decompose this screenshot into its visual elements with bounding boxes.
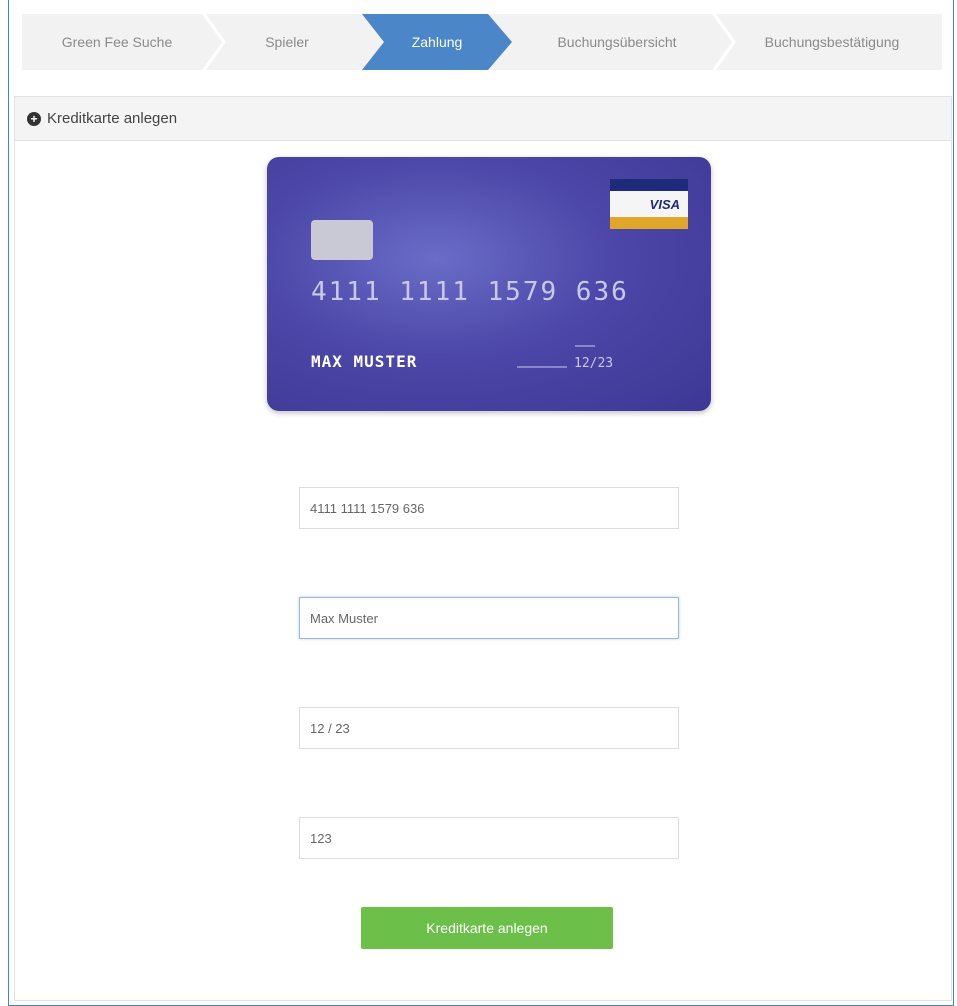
card-preview-expiry: 12/23 [574, 356, 614, 371]
step-label: Spieler [265, 34, 309, 50]
cvc-input[interactable] [299, 817, 679, 859]
panel-header: + Kreditkarte anlegen [15, 97, 951, 141]
credit-card-preview: VISA 4111 1111 1579 636 MAX MUSTER 12/23 [267, 157, 711, 411]
panel-title: Kreditkarte anlegen [47, 110, 178, 127]
step-booking-overview[interactable]: Buchungsübersicht [512, 14, 722, 70]
card-preview-number: 4111 1111 1579 636 [311, 277, 629, 307]
card-brand: VISA [649, 196, 680, 212]
add-credit-card-button[interactable]: Kreditkarte anlegen [361, 907, 613, 949]
credit-card-panel: + Kreditkarte anlegen VISA 4111 1111 157… [14, 96, 952, 1001]
card-expiry-decoration [517, 366, 567, 368]
card-number-input[interactable] [299, 487, 679, 529]
step-label: Buchungsbestätigung [764, 34, 900, 50]
step-green-fee-search[interactable]: Green Fee Suche [22, 14, 212, 70]
card-expiry-decoration [575, 345, 595, 347]
step-label: Buchungsübersicht [557, 34, 677, 50]
step-label: Zahlung [411, 34, 463, 50]
plus-circle-icon: + [27, 111, 41, 126]
step-players[interactable]: Spieler [212, 14, 362, 70]
step-label: Green Fee Suche [61, 34, 173, 50]
card-holder-input[interactable] [299, 597, 679, 639]
checkout-steps: Green Fee Suche Spieler Zahlung Buchungs… [22, 14, 942, 70]
card-chip-icon [311, 220, 373, 260]
visa-logo: VISA [610, 179, 688, 229]
step-booking-confirmation[interactable]: Buchungsbestätigung [722, 14, 942, 70]
expiry-input[interactable] [299, 707, 679, 749]
step-payment[interactable]: Zahlung [362, 14, 512, 70]
card-preview-holder: MAX MUSTER [311, 352, 418, 371]
